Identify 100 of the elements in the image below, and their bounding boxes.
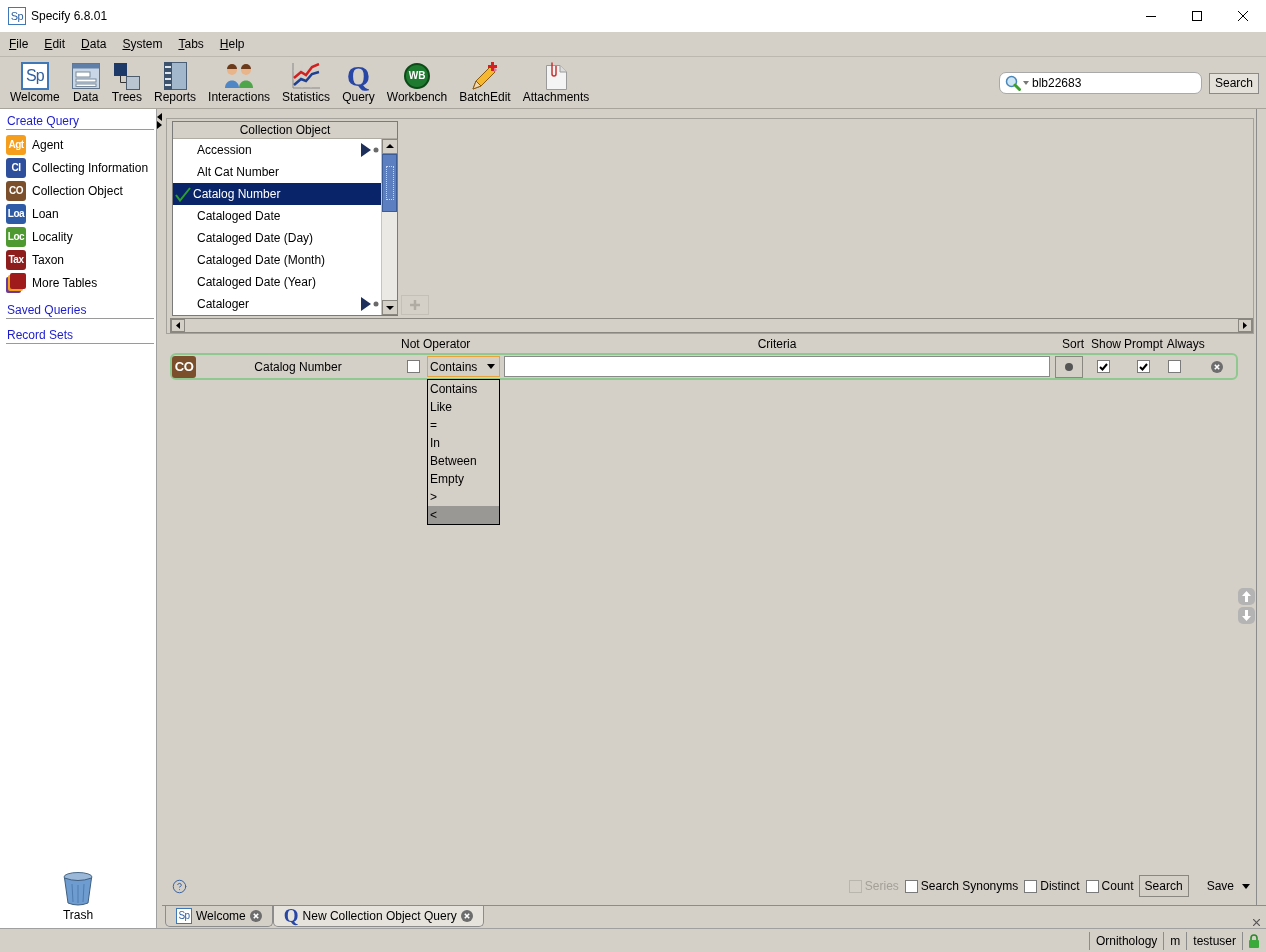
q-letter-icon: Q — [283, 908, 299, 924]
arrow-right-icon[interactable] — [157, 121, 162, 129]
menu-option[interactable]: In — [428, 434, 499, 452]
checkbox[interactable] — [1085, 879, 1099, 893]
search-field[interactable]: blb22683 — [998, 72, 1202, 94]
toolbar-button[interactable]: Statistics — [282, 62, 331, 104]
section-link[interactable]: Record Sets — [6, 327, 154, 344]
toolbar-button[interactable]: BatchEdit — [459, 62, 511, 104]
search-button[interactable]: Search — [1208, 72, 1259, 94]
close-icon[interactable] — [460, 910, 473, 922]
sidebar-item[interactable]: Loa Loan — [0, 202, 156, 225]
toolbar-button[interactable]: Reports — [154, 62, 197, 104]
search-icon[interactable] — [1004, 75, 1021, 91]
menu-item[interactable]: Edit — [44, 36, 66, 52]
scroll-up-icon[interactable] — [382, 139, 398, 154]
logo-icon: Sp — [20, 62, 49, 90]
toolbar-button[interactable]: Attachments — [522, 62, 590, 104]
menu-item[interactable]: Tabs — [178, 36, 204, 52]
close-icon[interactable] — [1211, 360, 1223, 373]
arrow-left-icon[interactable] — [157, 113, 162, 121]
menu-item[interactable]: System — [122, 36, 163, 52]
sidebar-item[interactable]: More Tables — [0, 271, 156, 294]
field-list-item[interactable]: Accession — [173, 139, 381, 161]
toolbar-button[interactable]: Interactions — [208, 62, 271, 104]
column-header: Criteria — [756, 336, 798, 353]
help-icon[interactable] — [172, 878, 187, 894]
close-icon — [1238, 11, 1248, 21]
field-list-item[interactable]: Cataloged Date — [173, 205, 381, 227]
field-list-item[interactable]: Cataloged Date (Day) — [173, 227, 381, 249]
table-icon: Agt — [6, 134, 26, 155]
menu-option[interactable]: Like — [428, 398, 499, 416]
menu-option[interactable]: < — [428, 506, 499, 524]
search-input[interactable]: blb22683 — [1031, 74, 1197, 92]
table-icon: Loa — [6, 203, 26, 224]
table-icon: Tax — [6, 249, 26, 270]
people-icon — [225, 64, 254, 88]
trash-button[interactable]: Trash — [62, 872, 94, 922]
sidebar-item[interactable]: CI Collecting Information — [0, 156, 156, 179]
tab[interactable]: Sp Welcome — [165, 906, 273, 927]
menu-option[interactable]: = — [428, 416, 499, 434]
table-icon: CO — [6, 180, 26, 201]
close-icon[interactable] — [1253, 919, 1260, 926]
sidebar-item[interactable]: Loc Locality — [0, 225, 156, 248]
linked-squares-icon — [113, 62, 140, 90]
horizontal-scrollbar[interactable] — [170, 318, 1253, 333]
checkbox[interactable] — [1136, 360, 1150, 373]
column-header: Sort — [1062, 336, 1084, 353]
menu-option[interactable]: Contains — [428, 380, 499, 398]
relation-arrow-icon — [361, 297, 379, 311]
circle-logo-icon: WB — [404, 63, 431, 89]
field-list-item[interactable]: Catalog Number — [173, 183, 381, 205]
sort-button[interactable] — [1055, 355, 1083, 378]
vertical-scrollbar[interactable] — [381, 139, 397, 315]
checkmark-icon — [1098, 362, 1108, 371]
checkbox-label: Search Synonyms — [920, 878, 1019, 895]
toolbar-button[interactable]: Q Query — [342, 62, 375, 104]
criteria-field[interactable] — [504, 356, 1050, 377]
section-link[interactable]: Saved Queries — [6, 302, 154, 319]
operator-dropdown[interactable]: Contains — [427, 356, 500, 377]
field-list-item[interactable]: Cataloged Date (Month) — [173, 249, 381, 271]
checkbox[interactable] — [904, 879, 918, 893]
caret-icon[interactable] — [1022, 81, 1029, 85]
checkbox[interactable] — [1096, 360, 1110, 373]
close-icon[interactable] — [249, 910, 262, 922]
clipped-page-icon — [544, 62, 568, 90]
checkbox-label: Distinct — [1040, 878, 1080, 895]
field-list-item[interactable]: Cataloger — [173, 293, 381, 315]
minimize-icon — [1146, 15, 1156, 17]
menu-option[interactable]: Empty — [428, 470, 499, 488]
checkbox[interactable] — [407, 360, 420, 373]
checkbox[interactable] — [1167, 360, 1181, 373]
table-icon: CO — [172, 355, 196, 378]
section-link[interactable]: Create Query — [6, 113, 154, 130]
scroll-right-icon[interactable] — [1238, 319, 1252, 332]
menu-item[interactable]: Help — [219, 36, 245, 52]
sidebar-item[interactable]: Tax Taxon — [0, 248, 156, 271]
sidebar-item[interactable]: CO Collection Object — [0, 179, 156, 202]
status-cell: testuser — [1186, 931, 1242, 950]
menu-item[interactable]: Data — [81, 36, 107, 52]
save-button[interactable]: Save — [1206, 875, 1252, 897]
sidebar-item[interactable]: Agt Agent — [0, 133, 156, 156]
field-list-item[interactable]: Alt Cat Number — [173, 161, 381, 183]
toolbar-button[interactable]: Data — [71, 62, 100, 104]
toolbar-button[interactable]: Sp Welcome — [10, 62, 60, 104]
checkbox[interactable] — [1024, 879, 1038, 893]
tab[interactable]: Q New Collection Object Query — [272, 906, 484, 927]
scrollbar-thumb[interactable] — [382, 154, 397, 212]
column-header: Not Operator — [401, 336, 472, 353]
scroll-down-icon[interactable] — [382, 300, 398, 315]
checkbox-label: Count — [1101, 878, 1134, 895]
status-cell: Ornithology — [1088, 931, 1164, 950]
toolbar-button[interactable]: Trees — [111, 62, 143, 104]
menu-item[interactable]: File — [9, 36, 29, 52]
table-icon: Loc — [6, 226, 26, 247]
menu-option[interactable]: > — [428, 488, 499, 506]
menu-option[interactable]: Between — [428, 452, 499, 470]
scroll-left-icon[interactable] — [171, 319, 185, 332]
toolbar-button[interactable]: WB Workbench — [386, 62, 448, 104]
field-list-item[interactable]: Cataloged Date (Year) — [173, 271, 381, 293]
search-button[interactable]: Search — [1138, 875, 1189, 897]
